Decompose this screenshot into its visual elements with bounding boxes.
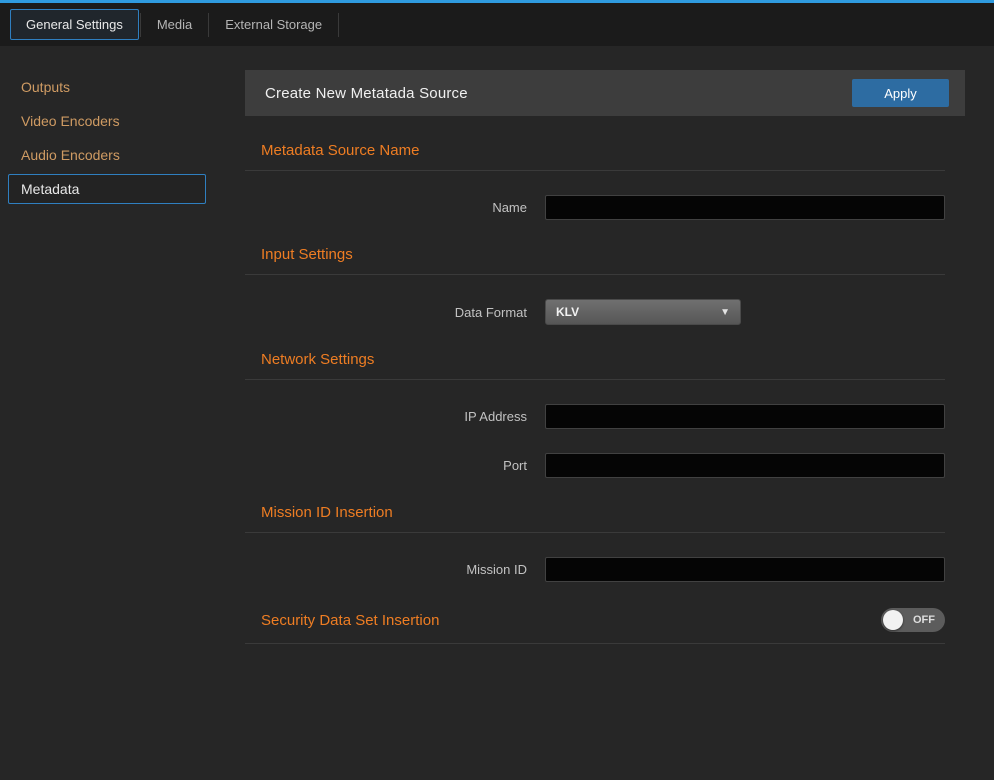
section-heading: Mission ID Insertion bbox=[261, 504, 393, 521]
main-content: Create New Metatada Source Apply Metadat… bbox=[245, 46, 994, 777]
tab-media[interactable]: Media bbox=[142, 10, 207, 39]
port-field[interactable] bbox=[545, 453, 945, 478]
tab-divider bbox=[208, 13, 209, 37]
section-heading: Metadata Source Name bbox=[261, 142, 419, 159]
ip-address-field-label: IP Address bbox=[261, 409, 527, 424]
security-data-set-toggle[interactable]: OFF bbox=[881, 608, 945, 632]
sidebar-item-outputs[interactable]: Outputs bbox=[8, 72, 206, 102]
field-row-mission-id: Mission ID bbox=[245, 557, 945, 582]
section-metadata-source-name: Metadata Source Name Name bbox=[245, 142, 945, 220]
tab-divider bbox=[140, 13, 141, 37]
sidebar: Outputs Video Encoders Audio Encoders Me… bbox=[0, 46, 245, 777]
ip-address-field[interactable] bbox=[545, 404, 945, 429]
sidebar-item-outputs-label: Outputs bbox=[21, 79, 70, 95]
page-title-bar: Create New Metatada Source Apply bbox=[245, 70, 965, 116]
section-heading: Input Settings bbox=[261, 246, 353, 263]
top-tab-bar: General Settings Media External Storage bbox=[0, 0, 994, 46]
tab-media-label: Media bbox=[157, 17, 192, 32]
sidebar-item-metadata-label: Metadata bbox=[21, 181, 79, 197]
sidebar-item-video-encoders[interactable]: Video Encoders bbox=[8, 106, 206, 136]
toggle-state-label: OFF bbox=[913, 614, 935, 626]
section-security-data-set-insertion: Security Data Set Insertion OFF bbox=[245, 608, 945, 644]
sidebar-item-audio-encoders-label: Audio Encoders bbox=[21, 147, 120, 163]
tab-general-settings[interactable]: General Settings bbox=[10, 9, 139, 40]
field-row-ip-address: IP Address bbox=[245, 404, 945, 429]
field-row-data-format: Data Format KLV ▼ bbox=[245, 299, 945, 325]
sidebar-item-audio-encoders[interactable]: Audio Encoders bbox=[8, 140, 206, 170]
apply-button[interactable]: Apply bbox=[852, 79, 949, 107]
data-format-field-label: Data Format bbox=[261, 305, 527, 320]
section-heading: Security Data Set Insertion bbox=[261, 612, 439, 629]
sidebar-item-metadata[interactable]: Metadata bbox=[8, 174, 206, 204]
section-divider bbox=[245, 170, 945, 171]
section-network-settings: Network Settings IP Address Port bbox=[245, 351, 945, 478]
mission-id-field-label: Mission ID bbox=[261, 562, 527, 577]
tab-divider bbox=[338, 13, 339, 37]
section-input-settings: Input Settings Data Format KLV ▼ bbox=[245, 246, 945, 325]
data-format-selected-value: KLV bbox=[556, 305, 579, 319]
section-heading: Network Settings bbox=[261, 351, 374, 368]
page-title: Create New Metatada Source bbox=[265, 85, 468, 102]
name-field[interactable] bbox=[545, 195, 945, 220]
chevron-down-icon: ▼ bbox=[720, 307, 730, 318]
field-row-port: Port bbox=[245, 453, 945, 478]
name-field-label: Name bbox=[261, 200, 527, 215]
sidebar-item-video-encoders-label: Video Encoders bbox=[21, 113, 120, 129]
section-divider bbox=[245, 532, 945, 533]
toggle-knob bbox=[883, 610, 903, 630]
port-field-label: Port bbox=[261, 458, 527, 473]
mission-id-field[interactable] bbox=[545, 557, 945, 582]
section-divider bbox=[245, 379, 945, 380]
tab-external-storage[interactable]: External Storage bbox=[210, 10, 337, 39]
section-mission-id-insertion: Mission ID Insertion Mission ID bbox=[245, 504, 945, 582]
tab-external-storage-label: External Storage bbox=[225, 17, 322, 32]
field-row-name: Name bbox=[245, 195, 945, 220]
tab-general-settings-label: General Settings bbox=[26, 17, 123, 32]
data-format-select[interactable]: KLV ▼ bbox=[545, 299, 741, 325]
section-divider bbox=[245, 274, 945, 275]
section-divider bbox=[245, 643, 945, 644]
